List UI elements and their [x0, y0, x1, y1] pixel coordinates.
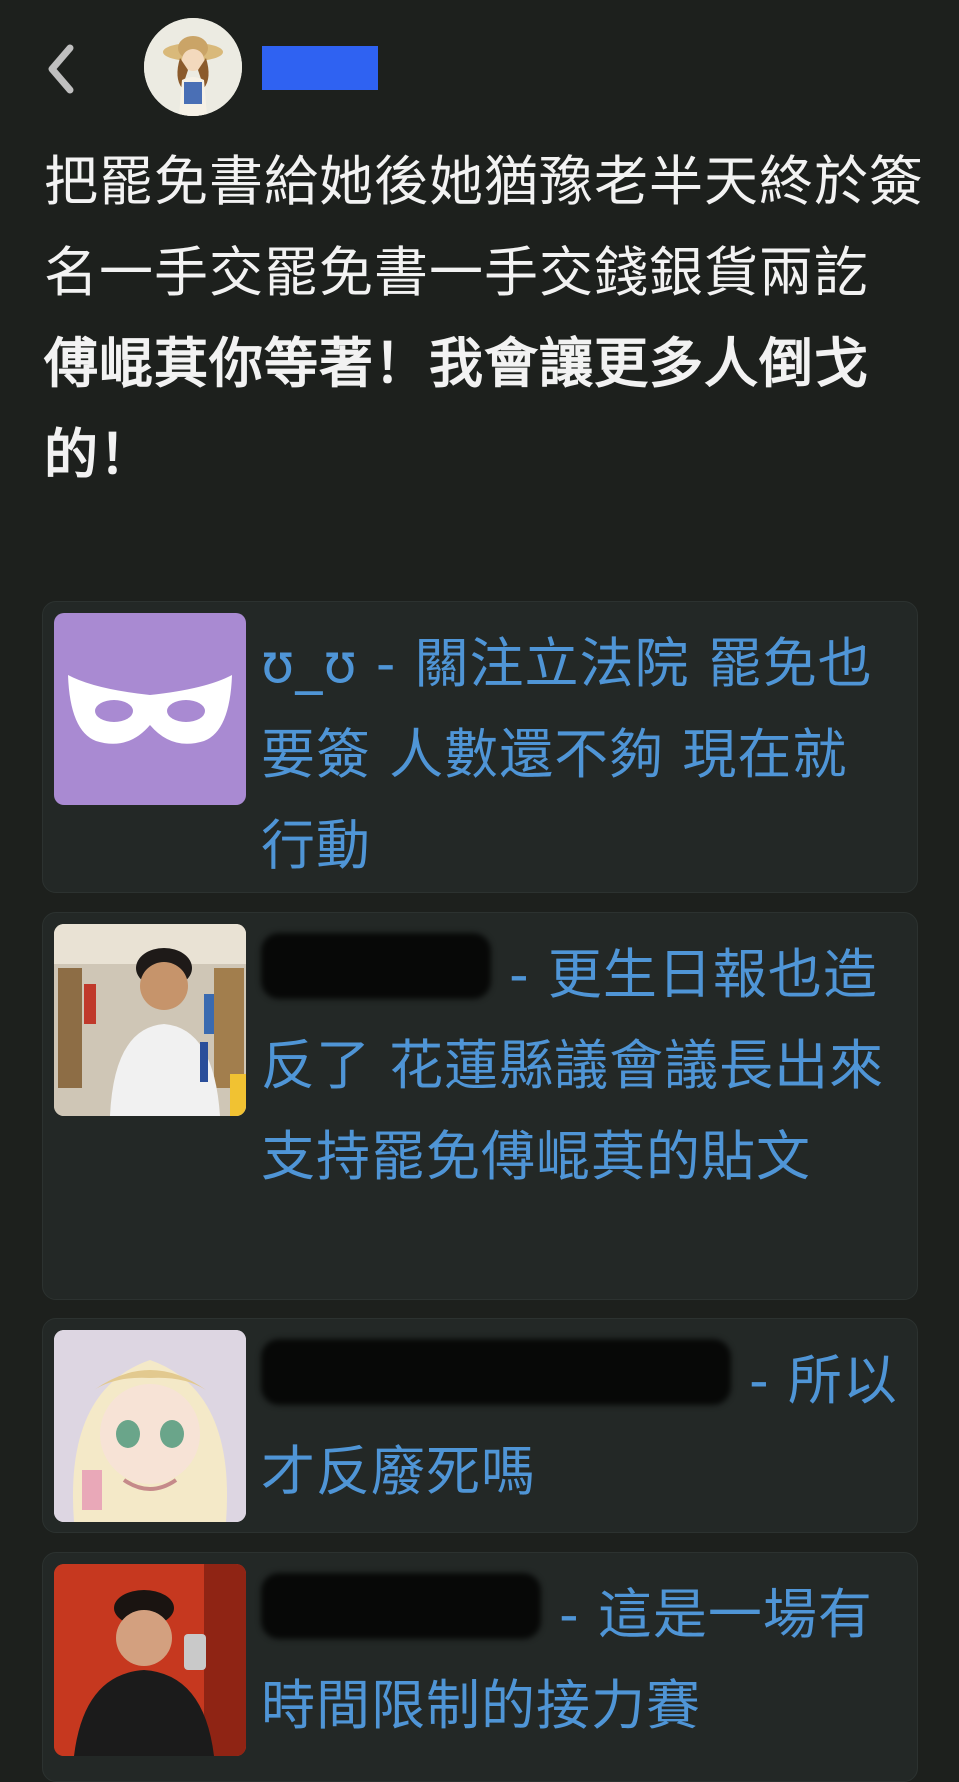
back-button[interactable] [40, 38, 84, 100]
comment-text-block: - 所以才反廢死嗎 [261, 1335, 901, 1517]
username-redaction [262, 46, 378, 90]
comment-separator: - [491, 943, 548, 1006]
comment-avatar[interactable] [54, 1564, 246, 1756]
comment-card[interactable]: - 這是一場有時間限制的接力賽 [42, 1552, 918, 1782]
comment-separator: - [357, 632, 415, 695]
header [0, 0, 959, 135]
comment-username-redaction[interactable] [261, 933, 491, 999]
comment-card[interactable]: ʊ_ʊ - 關注立法院 罷免也要簽 人數還不夠 現在就行動 [42, 601, 918, 893]
comment-card[interactable]: - 所以才反廢死嗎 [42, 1318, 918, 1533]
comment-separator: - [541, 1583, 598, 1646]
comment-text-block: - 更生日報也造反了 花蓮縣議會議長出來支持罷免傅崐萁的貼文 [261, 929, 901, 1202]
chevron-left-icon [48, 44, 74, 94]
comment-separator: - [731, 1349, 788, 1412]
comment-username-redaction[interactable] [261, 1339, 731, 1405]
avatar-illustration [144, 18, 242, 116]
post-paragraph-1: 把罷免書給她後她猶豫老半天終於簽名一手交罷免書一手交錢銀貨兩訖 [44, 150, 924, 304]
comment-text-block: - 這是一場有時間限制的接力賽 [261, 1569, 901, 1751]
avatar-anime [54, 1330, 246, 1522]
avatar-photo [54, 924, 246, 1116]
comment-text-block: ʊ_ʊ - 關注立法院 罷免也要簽 人數還不夠 現在就行動 [261, 618, 901, 891]
avatar[interactable] [144, 18, 242, 116]
post-body: 把罷免書給她後她猶豫老半天終於簽名一手交罷免書一手交錢銀貨兩訖 傅崐萁你等著！我… [44, 136, 924, 500]
comment-avatar[interactable] [54, 613, 246, 805]
comment-avatar[interactable] [54, 924, 246, 1116]
avatar-photo [54, 1564, 246, 1756]
comment-username-redaction[interactable] [261, 1573, 541, 1639]
comment-username[interactable]: ʊ_ʊ [261, 632, 358, 695]
post-paragraph-2: 傅崐萁你等著！我會讓更多人倒戈的！ [44, 332, 869, 486]
comment-card[interactable]: - 更生日報也造反了 花蓮縣議會議長出來支持罷免傅崐萁的貼文 [42, 912, 918, 1300]
comment-avatar[interactable] [54, 1330, 246, 1522]
mask-icon [68, 675, 232, 744]
